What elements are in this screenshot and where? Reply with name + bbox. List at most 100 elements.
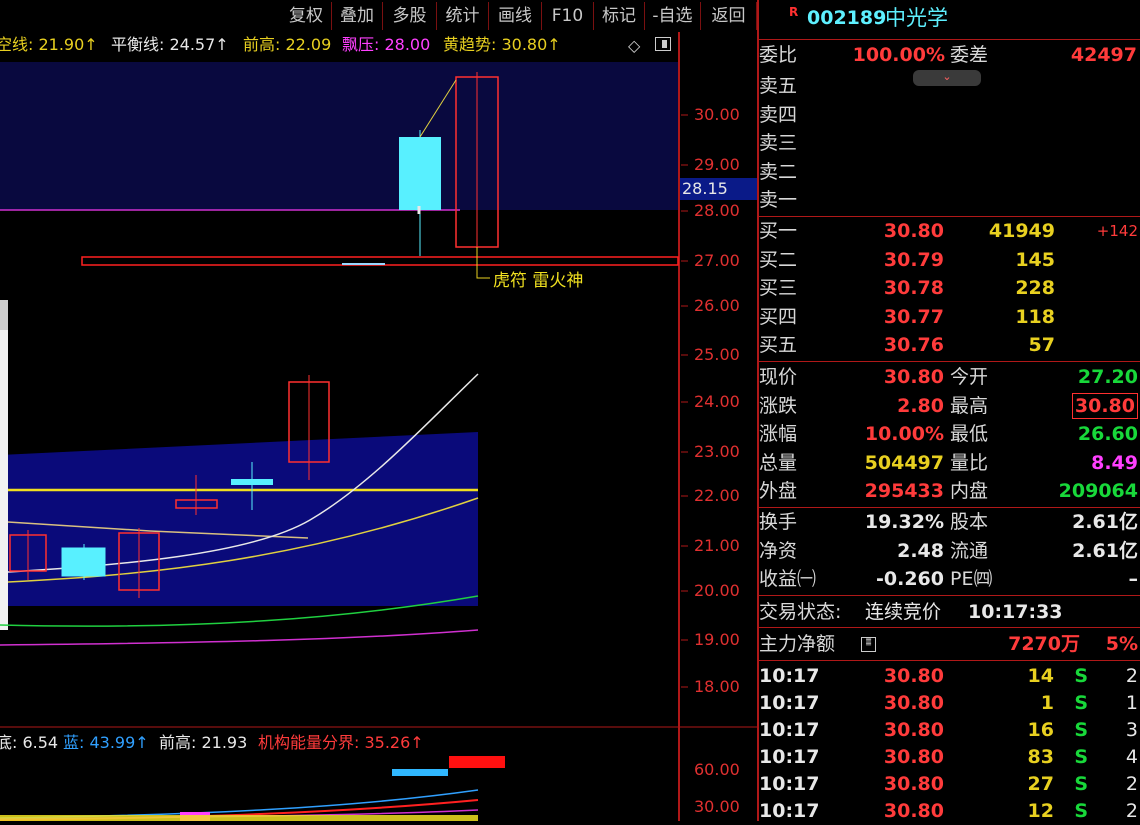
yellow-trend-value: 黄趋势: 30.80↑ [443, 35, 561, 54]
diamond-icon[interactable]: ◇ [628, 36, 640, 55]
fundamental-row: 收益㈠ -0.260 PE㈣ – [757, 565, 1140, 593]
buy-row-5[interactable]: 买五 30.76 57 [757, 331, 1140, 359]
quote-value: 27.20 [1077, 366, 1138, 388]
quote-panel: R 002189 中光学 委比 100.00% 委差 42497 ⌄ 卖五 卖四卖… [757, 0, 1140, 822]
trade-row: 10:17 30.80 1 S 1 [757, 689, 1140, 717]
fundamental-row: 换手 19.32% 股本 2.61亿 [757, 508, 1140, 536]
quote-label: 现价 [759, 366, 798, 388]
buy-price: 30.78 [883, 277, 944, 300]
blue-value: 蓝: 43.99↑ [63, 733, 149, 752]
main-force-pct: 5% [1105, 633, 1138, 655]
trade-time: 10:17 [759, 746, 820, 768]
stock-header: R 002189 中光学 [757, 4, 1140, 34]
buy-volume: 41949 [988, 220, 1055, 242]
price-axis-label: 20.00 [694, 581, 740, 600]
sub-indicator-legend: 底: 6.54 蓝: 43.99↑ 前高: 21.93 机构能量分界: 35.2… [0, 729, 679, 753]
sell-level-label: 卖一 [759, 189, 798, 212]
sell-row-5: 卖五 [757, 72, 1140, 100]
price-axis-label: 29.00 [694, 155, 740, 174]
fundamental-row: 净资 2.48 流通 2.61亿 [757, 537, 1140, 565]
trade-status-label: 交易状态: [759, 601, 842, 623]
trade-side: S [1074, 773, 1088, 795]
stock-name: 中光学 [885, 6, 948, 30]
fundamental-value: 19.32% [864, 511, 944, 533]
buy-price: 30.80 [883, 220, 944, 242]
buy-price: 30.77 [883, 305, 944, 328]
trade-row: 10:17 30.80 83 S 4 [757, 743, 1140, 771]
sub-axis-label: 30.00 [694, 797, 740, 816]
fundamental-value: 2.48 [897, 539, 944, 562]
fundamental-label: 收益㈠ [759, 568, 817, 591]
buy-volume-change: +142 [1096, 222, 1138, 240]
trade-side: S [1074, 692, 1088, 714]
buy-row-3[interactable]: 买三 30.78 228 [757, 274, 1140, 302]
fundamental-label: PE㈣ [950, 568, 993, 591]
price-axis-label: 23.00 [694, 442, 740, 461]
weibi-row: 委比 100.00% 委差 42497 [757, 41, 1140, 69]
trade-time: 10:17 [759, 665, 820, 687]
price-axis-label: 19.00 [694, 630, 740, 649]
fundamental-label: 流通 [950, 539, 989, 562]
price-axis-label: 22.00 [694, 486, 740, 505]
quote-value: 26.60 [1077, 423, 1138, 446]
trade-side: S [1074, 746, 1088, 768]
buy-row-1[interactable]: 买一 30.80 41949 +142 [757, 217, 1140, 245]
trade-price: 30.80 [883, 773, 944, 795]
trade-status-value: 连续竞价 [865, 601, 942, 623]
f10-button[interactable]: F10 [542, 2, 594, 30]
sell-level-label: 卖五 [759, 75, 798, 97]
trade-price: 30.80 [883, 746, 944, 768]
overlay-button[interactable]: 叠加 [332, 2, 383, 30]
sell-row-4: 卖四 [757, 101, 1140, 129]
prev-high-value: 前高: 22.09 [243, 35, 332, 54]
quote-value: 504497 [864, 451, 944, 474]
rights-badge: R [789, 5, 799, 19]
trade-time: 10:17 [759, 692, 820, 714]
quote-row: 外盘 295433 内盘 209064 [757, 477, 1140, 505]
quote-value: 10.00% [864, 423, 944, 446]
trade-side: S [1074, 665, 1088, 687]
mark-button[interactable]: 标记 [594, 2, 645, 30]
weibi-value: 100.00% [852, 44, 945, 66]
multi-stock-button[interactable]: 多股 [383, 2, 437, 30]
quote-label: 量比 [950, 451, 989, 474]
price-axis-label: 26.00 [694, 296, 740, 315]
buy-price: 30.79 [883, 248, 944, 271]
fundamental-value: 2.61亿 [1072, 511, 1138, 533]
trade-volume: 1 [1040, 692, 1054, 714]
trade-price: 30.80 [883, 692, 944, 714]
buy-level-label: 买二 [759, 248, 798, 271]
quote-value: 295433 [864, 480, 944, 503]
price-axis-label: 24.00 [694, 392, 740, 411]
back-button[interactable]: 返回 [701, 2, 757, 30]
quote-value: 8.49 [1091, 451, 1138, 474]
quote-label: 最低 [950, 423, 989, 446]
quote-value: 209064 [1058, 480, 1138, 503]
institution-energy-value: 机构能量分界: 35.26↑ [258, 733, 424, 752]
price-axis-label: 30.00 [694, 105, 740, 124]
fundamental-value: – [1128, 568, 1139, 591]
price-axis-label: 21.00 [694, 536, 740, 555]
trade-count: 2 [1125, 665, 1138, 687]
fundamental-label: 净资 [759, 539, 798, 562]
sell-level-label: 卖四 [759, 103, 798, 126]
sub-axis-label: 60.00 [694, 760, 740, 779]
main-force-value: 7270万 [1008, 633, 1080, 655]
trade-price: 30.80 [883, 719, 944, 741]
buy-volume: 57 [1028, 334, 1055, 357]
price-axis-label: 25.00 [694, 345, 740, 364]
remove-watchlist-button[interactable]: -自选 [645, 2, 701, 30]
quote-row: 总量 504497 量比 8.49 [757, 449, 1140, 477]
restore-rights-button[interactable]: 复权 [281, 2, 332, 30]
statistics-button[interactable]: 统计 [437, 2, 489, 30]
kline-chart[interactable] [0, 0, 757, 821]
buy-level-label: 买五 [759, 334, 798, 357]
buy-row-4[interactable]: 买四 30.77 118 [757, 303, 1140, 331]
draw-line-button[interactable]: 画线 [489, 2, 542, 30]
main-force-label: 主力净额 [759, 633, 836, 655]
window-toggle-icon[interactable] [655, 37, 671, 51]
buy-row-2[interactable]: 买二 30.79 145 [757, 246, 1140, 274]
list-icon[interactable]: ≡ ≡ [861, 636, 876, 652]
trade-status-row: 交易状态: 连续竞价 10:17:33 [757, 598, 1140, 626]
main-force-row: 主力净额 ≡ ≡ 7270万 5% [757, 630, 1140, 658]
